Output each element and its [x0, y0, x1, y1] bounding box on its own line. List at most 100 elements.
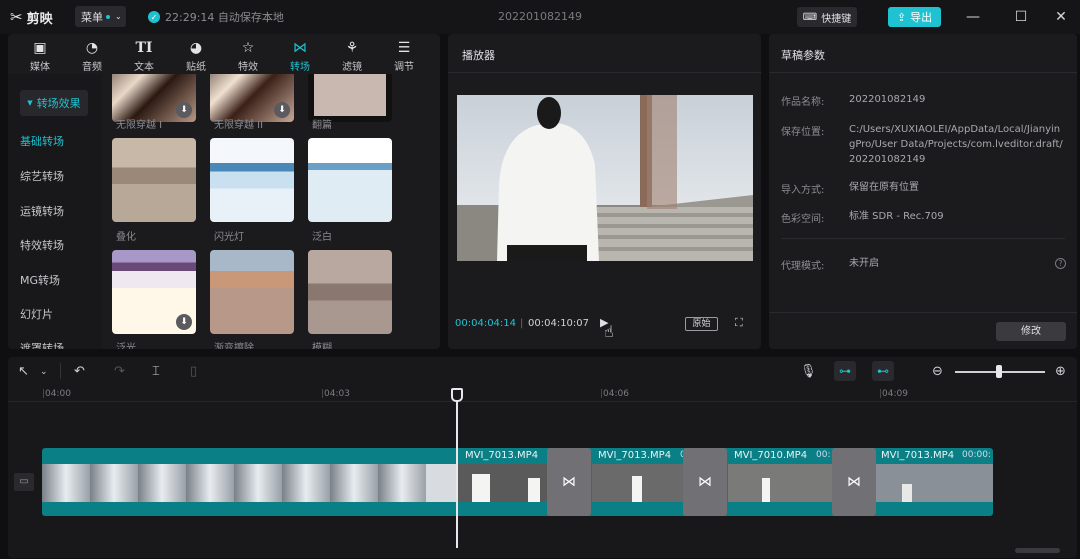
caret-down-icon: ▼	[27, 99, 33, 107]
redo-icon: ↷	[114, 364, 125, 379]
transition-thumb[interactable]: ⬇	[210, 74, 294, 122]
effects-icon: ☆	[241, 40, 255, 56]
transition-label: 泛白	[312, 232, 332, 243]
param-value: 未开启	[849, 258, 879, 269]
category-mg[interactable]: MG转场	[20, 272, 60, 288]
download-icon[interactable]: ⬇	[176, 102, 192, 118]
tab-transition[interactable]: ⋈ 转场	[274, 34, 326, 74]
param-label: 代理模式:	[781, 261, 825, 272]
menu-button[interactable]: 菜单 ⌄	[75, 6, 126, 27]
tab-audio[interactable]: ◔ 音频	[66, 34, 118, 74]
transition-icon: ⋈	[698, 474, 712, 490]
fullscreen-icon[interactable]: ⛶	[735, 316, 743, 330]
transition-label: 无限穿越 I	[116, 120, 163, 131]
chevron-down-icon[interactable]: ⌄	[40, 367, 48, 377]
divider	[769, 72, 1077, 73]
category-basic[interactable]: 基础转场	[20, 133, 64, 149]
export-button[interactable]: ⇪ 导出	[888, 7, 941, 27]
download-icon[interactable]: ⬇	[176, 314, 192, 330]
maximize-icon[interactable]: ☐	[1012, 8, 1030, 26]
tab-text[interactable]: TI 文本	[118, 34, 170, 74]
menu-dot-icon	[106, 14, 110, 19]
zoom-in-icon[interactable]: ⊕	[1055, 364, 1066, 379]
auto-snap-icon[interactable]: ⊷	[872, 361, 894, 381]
category-slideshow[interactable]: 幻灯片	[20, 306, 53, 322]
select-tool-icon[interactable]: ↖	[18, 364, 29, 379]
media-icon: ▣	[33, 40, 47, 56]
download-icon[interactable]: ⬇	[274, 102, 290, 118]
transition-icon: ⋈	[562, 474, 576, 490]
transition-thumb[interactable]	[210, 138, 294, 222]
minimize-icon[interactable]: —	[964, 8, 982, 26]
transition-thumb[interactable]	[210, 250, 294, 334]
transition-marker[interactable]: ⋈	[683, 448, 727, 516]
export-label: 导出	[910, 11, 933, 24]
tab-label: 贴纸	[186, 62, 206, 73]
shortcut-label: 快捷键	[821, 13, 852, 25]
zoom-slider-handle[interactable]	[996, 365, 1002, 378]
aspect-original-button[interactable]: 原始	[685, 317, 718, 331]
param-label: 作品名称:	[781, 97, 825, 108]
tick-label: 04:09	[882, 389, 908, 399]
tab-label: 滤镜	[342, 62, 362, 73]
microphone-icon[interactable]: 🎙	[800, 364, 817, 379]
category-header-label: 转场效果	[36, 97, 81, 110]
transition-thumb[interactable]	[112, 138, 196, 222]
project-title: 202201082149	[498, 10, 582, 23]
divider	[448, 72, 761, 73]
modify-button[interactable]: 修改	[996, 322, 1066, 341]
split-icon[interactable]: ⌶	[152, 364, 160, 379]
undo-icon[interactable]: ↶	[74, 364, 85, 379]
tick-label: 04:03	[324, 389, 350, 399]
param-value: 202201082149	[849, 94, 926, 105]
clip-name: MVI_7010.MP4	[734, 450, 808, 461]
clip-duration: 00:	[816, 450, 831, 460]
track-video-icon[interactable]: ▭	[14, 473, 34, 491]
category-header[interactable]: ▼ 转场效果	[20, 90, 88, 116]
tab-effects[interactable]: ☆ 特效	[222, 34, 274, 74]
category-camera[interactable]: 运镜转场	[20, 203, 64, 219]
tab-sticker[interactable]: ◕ 贴纸	[170, 34, 222, 74]
adjust-icon: ☰	[397, 40, 411, 56]
category-mask[interactable]: 遮罩转场	[20, 340, 64, 349]
transition-label: 翻篇	[312, 120, 332, 131]
preview-image	[457, 95, 753, 261]
horizontal-scrollbar[interactable]	[1015, 548, 1060, 553]
param-value: 标准 SDR - Rec.709	[849, 211, 944, 222]
zoom-out-icon[interactable]: ⊖	[932, 364, 943, 379]
param-label: 保存位置:	[781, 127, 825, 138]
video-preview[interactable]	[457, 95, 753, 261]
transition-label: 无限穿越 II	[214, 120, 264, 131]
transition-grid: ⬇ ⬇ 无限穿越 I 无限穿越 II 翻篇 叠化 闪光灯 泛白 ⬇ 泛光 渐变擦…	[102, 74, 440, 349]
delete-icon: ▯	[190, 364, 198, 379]
tab-media[interactable]: ▣ 媒体	[14, 34, 66, 74]
current-timecode: 00:04:04:14	[455, 318, 517, 329]
ruler-tick: |04:03	[321, 389, 350, 399]
tab-filter[interactable]: ⚘ 滤镜	[326, 34, 378, 74]
draft-params-panel: 草稿参数 作品名称: 202201082149 保存位置: C:/Users/X…	[769, 34, 1077, 349]
shortcut-button[interactable]: ⌨ 快捷键	[797, 7, 857, 27]
tab-adjust[interactable]: ☰ 调节	[378, 34, 430, 74]
param-value: C:/Users/XUXIAOLEI/AppData/Local/Jianyin…	[849, 124, 1063, 165]
category-variety[interactable]: 综艺转场	[20, 168, 64, 184]
transition-marker[interactable]: ⋈	[547, 448, 591, 516]
transition-thumb[interactable]	[308, 138, 392, 222]
main-track-magnet-icon[interactable]: ⊶	[834, 361, 856, 381]
tab-label: 音频	[82, 62, 102, 73]
player-title: 播放器	[462, 49, 495, 62]
transition-thumb[interactable]	[308, 74, 392, 122]
app-logo: ✂ 剪映	[10, 8, 53, 27]
time-ruler[interactable]	[8, 388, 1077, 402]
playhead-line[interactable]	[456, 400, 458, 548]
logo-mark-icon: ✂	[10, 8, 23, 26]
filter-icon: ⚘	[345, 40, 359, 56]
transition-thumb[interactable]: ⬇	[112, 74, 196, 122]
transition-thumb[interactable]: ⬇	[112, 250, 196, 334]
divider	[769, 312, 1077, 313]
close-icon[interactable]: ✕	[1052, 8, 1070, 26]
transition-thumb[interactable]	[308, 250, 392, 334]
transition-marker[interactable]: ⋈	[832, 448, 876, 516]
category-effect[interactable]: 特效转场	[20, 237, 64, 253]
help-icon[interactable]: ?	[1055, 258, 1066, 269]
save-status: ✓ 22:29:14 自动保存本地	[148, 9, 284, 25]
